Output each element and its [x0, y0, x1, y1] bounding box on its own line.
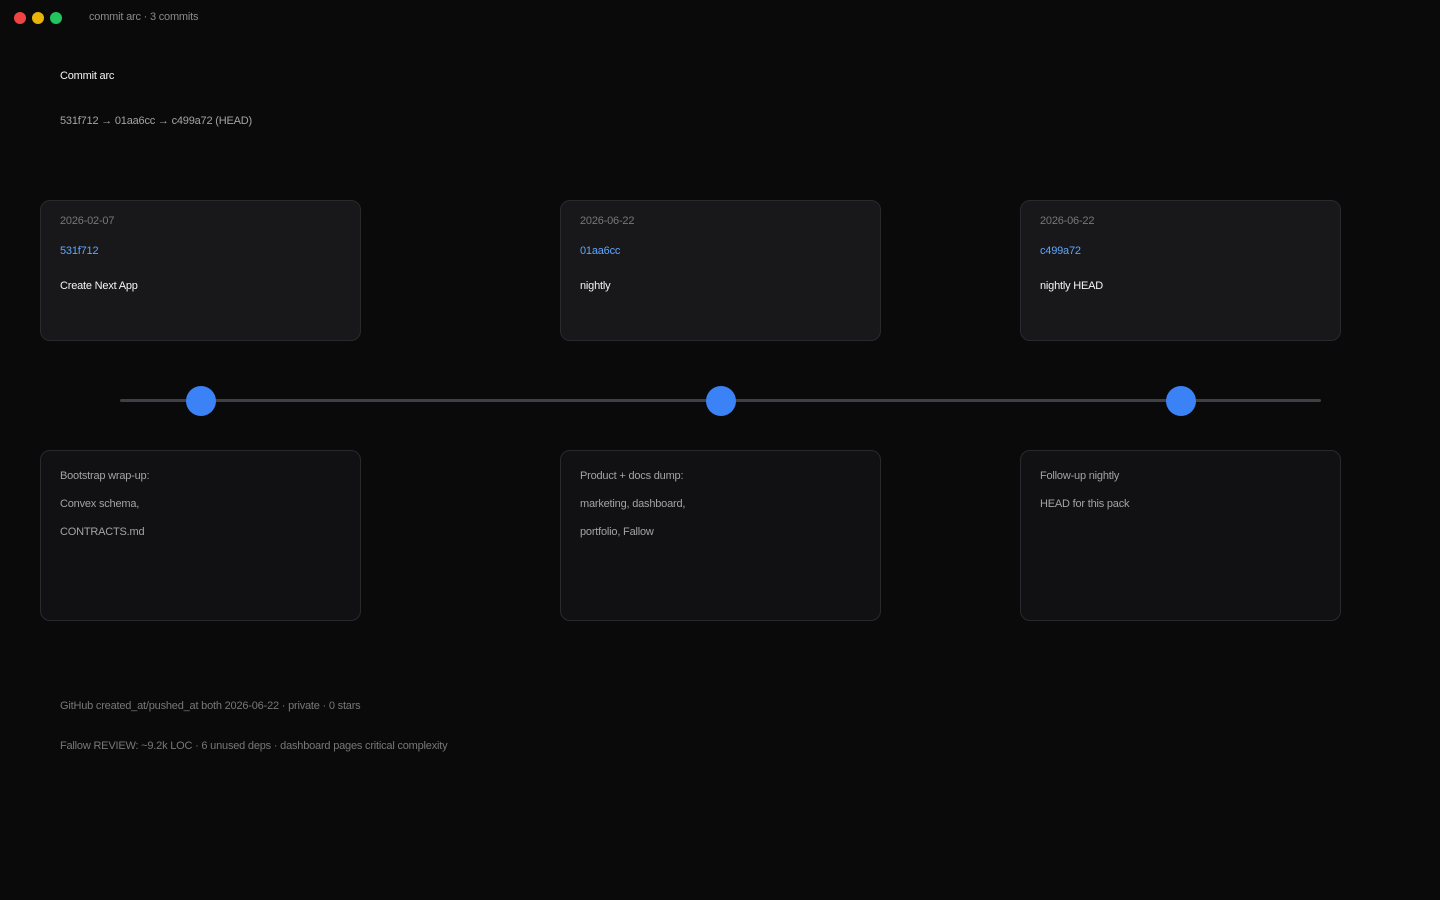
window-title: commit arc · 3 commits: [89, 11, 199, 23]
commit-description-531f712: Bootstrap wrap-up: Convex schema, CONTRA…: [40, 450, 361, 621]
minimize-window-button[interactable]: [32, 12, 44, 24]
commit-message: nightly: [580, 280, 611, 292]
commit-date: 2026-06-22: [580, 215, 635, 227]
commit-sha-link[interactable]: 531f712: [60, 245, 99, 257]
repo-metadata: GitHub created_at/pushed_at both 2026-06…: [60, 700, 361, 712]
close-window-button[interactable]: [14, 12, 26, 24]
commit-message: Create Next App: [60, 280, 138, 292]
timeline-node-01aa6cc[interactable]: [706, 386, 736, 416]
description-line: Bootstrap wrap-up:: [60, 470, 150, 482]
maximize-window-button[interactable]: [50, 12, 62, 24]
title-bar: commit arc · 3 commits: [0, 0, 1440, 36]
timeline-node-531f712[interactable]: [186, 386, 216, 416]
description-line: marketing, dashboard,: [580, 498, 686, 510]
page-title: Commit arc: [60, 70, 115, 82]
review-summary: Fallow REVIEW: ~9.2k LOC · 6 unused deps…: [60, 740, 448, 752]
commit-description-01aa6cc: Product + docs dump: marketing, dashboar…: [560, 450, 881, 621]
app-window: commit arc · 3 commits Commit arc 531f71…: [0, 0, 1440, 900]
description-line: CONTRACTS.md: [60, 526, 145, 538]
commit-chain-summary: 531f712 → 01aa6cc → c499a72 (HEAD): [60, 115, 252, 127]
commit-sha-link[interactable]: c499a72: [1040, 245, 1081, 257]
commit-card-531f712: 2026-02-07 531f712 Create Next App: [40, 200, 361, 341]
commit-card-c499a72: 2026-06-22 c499a72 nightly HEAD: [1020, 200, 1341, 341]
description-line: HEAD for this pack: [1040, 498, 1130, 510]
commit-date: 2026-02-07: [60, 215, 115, 227]
timeline-node-c499a72[interactable]: [1166, 386, 1196, 416]
commit-sha-link[interactable]: 01aa6cc: [580, 245, 620, 257]
description-line: portfolio, Fallow: [580, 526, 654, 538]
description-line: Follow-up nightly: [1040, 470, 1120, 482]
commit-card-01aa6cc: 2026-06-22 01aa6cc nightly: [560, 200, 881, 341]
description-line: Product + docs dump:: [580, 470, 684, 482]
description-line: Convex schema,: [60, 498, 140, 510]
commit-date: 2026-06-22: [1040, 215, 1095, 227]
commit-message: nightly HEAD: [1040, 280, 1104, 292]
commit-description-c499a72: Follow-up nightly HEAD for this pack: [1020, 450, 1341, 621]
commit-timeline: [0, 380, 1440, 422]
